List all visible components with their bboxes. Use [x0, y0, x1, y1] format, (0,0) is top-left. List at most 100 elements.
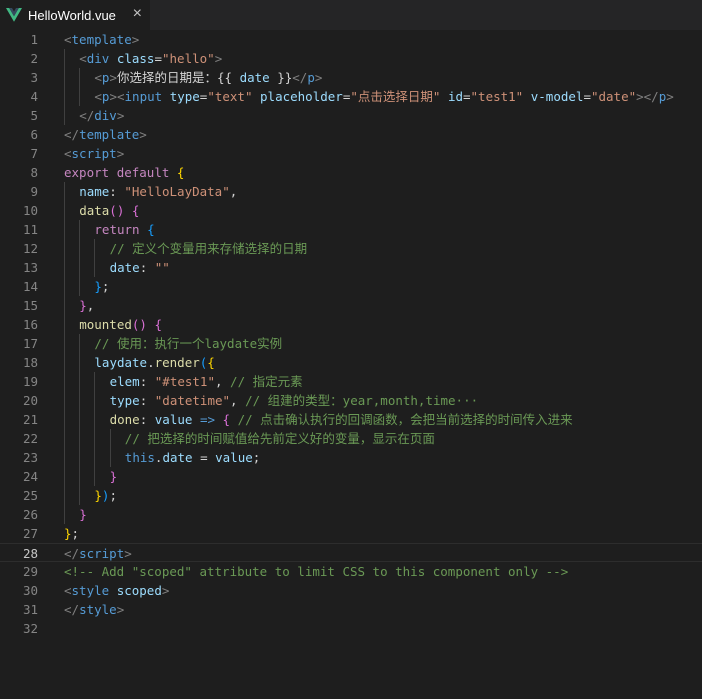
code-line[interactable]: 7 <script>	[0, 144, 702, 163]
line-number: 21	[22, 412, 38, 427]
code-token: date	[162, 450, 193, 465]
code-text: <style scoped>	[64, 581, 169, 600]
indent-guide	[64, 277, 65, 296]
code-token: <	[79, 51, 87, 66]
code-text: </div>	[79, 106, 124, 125]
code-line[interactable]: 26}	[0, 505, 702, 524]
tab-helloworld-vue[interactable]: HelloWorld.vue ×	[0, 0, 150, 30]
indent-guide	[64, 201, 65, 220]
code-token: 你选择的日期是：{{	[116, 70, 240, 85]
code-token: ,	[230, 393, 246, 408]
code-token: "HelloLayData"	[124, 184, 230, 199]
code-line[interactable]: 27};	[0, 524, 702, 543]
code-line[interactable]: 3 <p>你选择的日期是：{{ date }}</p>	[0, 68, 702, 87]
code-line[interactable]: 14};	[0, 277, 702, 296]
code-token: <	[64, 583, 72, 598]
code-token: return	[94, 222, 140, 237]
code-token: >	[139, 127, 147, 142]
line-number: 17	[22, 336, 38, 351]
code-line[interactable]: 30 <style scoped>	[0, 581, 702, 600]
code-token: =	[154, 51, 162, 66]
code-token: // 使用：执行一个laydate实例	[94, 336, 283, 351]
indent-guide	[64, 68, 65, 87]
code-line[interactable]: 31 </style>	[0, 600, 702, 619]
code-line[interactable]: 25});	[0, 486, 702, 505]
code-line[interactable]: 13 date: ""	[0, 258, 702, 277]
line-number: 18	[22, 355, 38, 370]
code-line[interactable]: 9 name: "HelloLayData",	[0, 182, 702, 201]
code-token: // 组建的类型：year,month,time···	[245, 393, 479, 408]
code-token: {	[131, 203, 140, 218]
code-line[interactable]: 23 this.date = value;	[0, 448, 702, 467]
code-line[interactable]: 32	[0, 619, 702, 638]
code-token: >	[314, 70, 323, 85]
line-number: 15	[22, 298, 38, 313]
code-line[interactable]: 19 elem: "#test1", // 指定元素	[0, 372, 702, 391]
code-line[interactable]: 12 // 定义个变量用来存储选择的日期	[0, 239, 702, 258]
indent-guide	[79, 410, 81, 429]
code-line[interactable]: 6 </template>	[0, 125, 702, 144]
tab-bar: HelloWorld.vue ×	[0, 0, 702, 30]
line-number: 27	[22, 526, 38, 541]
code-line[interactable]: 18 laydate.render({	[0, 353, 702, 372]
code-line[interactable]: 17 // 使用：执行一个laydate实例	[0, 334, 702, 353]
indent-guide	[94, 239, 96, 258]
code-line[interactable]: 2 <div class="hello">	[0, 49, 702, 68]
code-line[interactable]: 10 data() {	[0, 201, 702, 220]
code-token: :	[139, 412, 155, 427]
close-icon[interactable]: ×	[133, 5, 142, 23]
code-token: scoped	[116, 583, 162, 598]
code-token: ()	[131, 317, 147, 332]
code-line[interactable]: 29 <!-- Add "scoped" attribute to limit C…	[0, 562, 702, 581]
code-line[interactable]: 28 </script>	[0, 543, 702, 562]
code-line[interactable]: 5 </div>	[0, 106, 702, 125]
code-text: <p><input type="text" placeholder="点击选择日…	[94, 87, 673, 106]
code-token: >	[116, 602, 125, 617]
code-line[interactable]: 24}	[0, 467, 702, 486]
line-number: 12	[22, 241, 38, 256]
code-token: :	[139, 393, 155, 408]
code-line[interactable]: 8 export default {	[0, 163, 702, 182]
line-number: 31	[22, 602, 38, 617]
code-token: }}	[269, 70, 293, 85]
code-token: "点击选择日期"	[350, 89, 441, 104]
code-line[interactable]: 4 <p><input type="text" placeholder="点击选择…	[0, 87, 702, 106]
code-text: // 定义个变量用来存储选择的日期	[110, 239, 308, 258]
code-token: >	[214, 51, 223, 66]
line-number: 32	[22, 621, 38, 636]
code-line[interactable]: 22 // 把选择的时间赋值给先前定义好的变量，显示在页面	[0, 429, 702, 448]
line-number: 1	[30, 32, 38, 47]
code-token: :	[139, 260, 155, 275]
code-line[interactable]: 11 return {	[0, 220, 702, 239]
indent-guide	[79, 353, 81, 372]
code-token: done	[109, 412, 140, 427]
indent-guide	[79, 68, 81, 87]
code-line[interactable]: 1 <template>	[0, 30, 702, 49]
line-number: 9	[30, 184, 38, 199]
indent-guide	[94, 258, 96, 277]
code-line[interactable]: 21 done: value => { // 点击确认执行的回调函数，会把当前选择…	[0, 410, 702, 429]
code-text: <div class="hello">	[79, 49, 222, 68]
code-token: >	[109, 70, 117, 85]
code-line[interactable]: 20 type: "datetime", // 组建的类型：year,month,…	[0, 391, 702, 410]
code-token: ><	[109, 89, 125, 104]
indent-guide	[79, 486, 81, 505]
indent-guide	[64, 239, 65, 258]
code-line[interactable]: 15},	[0, 296, 702, 315]
code-token: "text"	[207, 89, 253, 104]
code-text: data() {	[79, 201, 139, 220]
code-text: }	[110, 467, 118, 486]
indent-guide	[64, 106, 65, 125]
code-text: });	[94, 486, 117, 505]
code-token: // 点击确认执行的回调函数，会把当前选择的时间传入进来	[237, 412, 573, 427]
line-number: 26	[22, 507, 38, 522]
code-token: =	[583, 89, 591, 104]
code-token: <	[64, 146, 72, 161]
code-line[interactable]: 16 mounted() {	[0, 315, 702, 334]
code-token: "date"	[590, 89, 637, 104]
code-editor[interactable]: 1 <template> 2 <div class="hello"> 3 <p>你选择的日…	[0, 30, 702, 699]
